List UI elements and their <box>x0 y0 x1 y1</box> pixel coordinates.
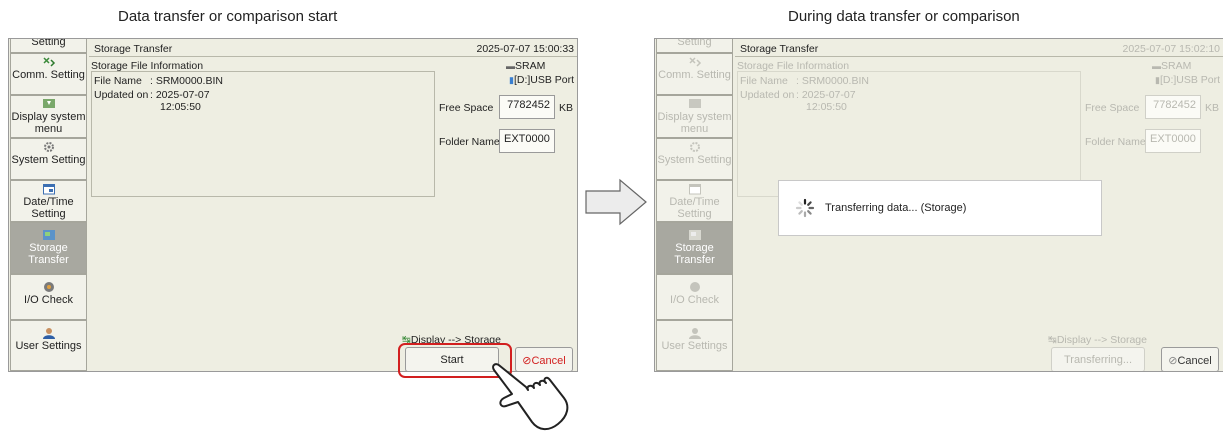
sidebar-item-label: Comm. Setting <box>12 69 85 81</box>
comm-icon <box>688 57 701 67</box>
sidebar-item-date-time-setting[interactable]: Date/Time Setting <box>656 180 733 222</box>
file-info-box: File Name : SRM0000.BIN Updated on : 202… <box>737 71 1081 197</box>
file-name-label: File Name <box>740 75 788 87</box>
cancel-button[interactable]: ⊘Cancel <box>1161 347 1219 371</box>
gear-icon <box>43 142 54 152</box>
right-caption: During data transfer or comparison <box>788 8 1020 25</box>
sidebar-item-label: Date/Time Setting <box>669 196 720 220</box>
updated-label: Updated on <box>94 89 149 101</box>
storage-icon <box>688 230 701 240</box>
left-sidebar: Setting Comm. Setting Display system men… <box>9 39 89 371</box>
sram-icon: ▬ <box>1152 61 1161 71</box>
direction-label: ↹Display --> Storage <box>1048 334 1147 346</box>
free-space-field: 7782452 <box>499 95 555 119</box>
display-icon <box>42 99 55 108</box>
calendar-icon <box>688 184 701 195</box>
io-icon <box>43 282 54 292</box>
sidebar-item-comm-setting[interactable]: Comm. Setting <box>10 53 87 95</box>
left-screen: Setting Comm. Setting Display system men… <box>8 38 578 372</box>
sidebar-item-label: User Settings <box>661 340 728 352</box>
storage-icon <box>42 230 55 240</box>
sidebar-item-storage-transfer[interactable]: Storage Transfer <box>656 222 733 274</box>
sidebar-item-system-setting[interactable]: System Setting <box>10 138 87 180</box>
free-space-unit: KB <box>1205 102 1220 114</box>
arrow-right-icon <box>585 178 647 226</box>
progress-dialog: Transferring data... (Storage) <box>778 180 1102 236</box>
storage-secondary: ▮[D:]USB Port <box>1155 74 1221 86</box>
folder-name-field: EXT0000 <box>1145 129 1201 153</box>
right-sidebar: Setting Comm. Setting Display system men… <box>655 39 735 371</box>
sidebar-item-label: I/O Check <box>24 294 73 306</box>
sidebar-item-label: Storage Transfer <box>674 242 715 266</box>
page-title: Storage Transfer <box>94 43 173 55</box>
updated-time: 12:05:50 <box>160 101 201 113</box>
sidebar-item-label: I/O Check <box>670 294 719 306</box>
gear-icon <box>689 142 700 152</box>
storage-primary: ▬SRAM <box>1152 60 1192 72</box>
sidebar-item-io-check[interactable]: I/O Check <box>10 274 87 320</box>
page-title: Storage Transfer <box>740 43 819 55</box>
progress-message: Transferring data... (Storage) <box>825 202 967 214</box>
updated-time: 12:05:50 <box>806 101 847 113</box>
sidebar-item-label: Setting <box>31 38 66 48</box>
calendar-icon <box>42 184 55 195</box>
user-icon <box>42 328 55 339</box>
folder-name-field[interactable]: EXT0000 <box>499 129 555 153</box>
sidebar-item-label: User Settings <box>15 340 82 352</box>
sidebar-item-label: Setting <box>677 38 712 48</box>
sidebar-item-io-check[interactable]: I/O Check <box>656 274 733 320</box>
sidebar-item-user-settings[interactable]: User Settings <box>10 320 87 371</box>
sidebar-item-label: Date/Time Setting <box>23 196 74 220</box>
sidebar-item-label: Display system menu <box>657 111 732 135</box>
sidebar-item-comm-setting[interactable]: Comm. Setting <box>656 53 733 95</box>
free-space-unit: KB <box>559 102 574 114</box>
sidebar-item-label: System Setting <box>11 154 86 166</box>
sidebar-item-label: System Setting <box>657 154 732 166</box>
sram-icon: ▬ <box>506 61 515 71</box>
storage-panel: Storage File Information ▬SRAM ▮[D:]USB … <box>89 57 577 371</box>
sidebar-item-date-time-setting[interactable]: Date/Time Setting <box>10 180 87 222</box>
sidebar-item-display-system-menu[interactable]: Display system menu <box>656 95 733 138</box>
sidebar-item-label: Comm. Setting <box>658 69 731 81</box>
title-bar: Storage Transfer 2025-07-07 15:00:33 <box>89 41 577 57</box>
storage-primary[interactable]: ▬SRAM <box>506 60 545 72</box>
updated-date: : 2025-07-07 <box>150 89 210 101</box>
file-name-value: : SRM0000.BIN <box>796 75 869 87</box>
transfer-direction-icon: ↹ <box>1048 334 1057 346</box>
sidebar-item-system-setting[interactable]: System Setting <box>656 138 733 180</box>
sidebar-item-label: Storage Transfer <box>28 242 69 266</box>
sidebar-item-storage-transfer[interactable]: Storage Transfer <box>10 222 87 274</box>
sidebar-item-setting[interactable]: Setting <box>656 38 733 53</box>
user-icon <box>688 328 701 339</box>
display-icon <box>688 99 701 108</box>
hand-pointer-icon <box>492 363 569 430</box>
file-name-value: : SRM0000.BIN <box>150 75 223 87</box>
spinner-icon <box>795 198 815 218</box>
folder-name-label: Folder Name <box>439 136 500 148</box>
sidebar-item-display-system-menu[interactable]: Display system menu <box>10 95 87 138</box>
sidebar-item-user-settings[interactable]: User Settings <box>656 320 733 371</box>
file-info-box: File Name : SRM0000.BIN Updated on : 202… <box>91 71 435 197</box>
free-space-field: 7782452 <box>1145 95 1201 119</box>
title-bar: Storage Transfer 2025-07-07 15:02:10 <box>735 41 1223 57</box>
datetime: 2025-07-07 15:02:10 <box>1122 43 1221 55</box>
updated-date: : 2025-07-07 <box>796 89 856 101</box>
comm-icon <box>42 57 55 67</box>
storage-secondary[interactable]: ▮[D:]USB Port <box>509 74 574 86</box>
folder-name-label: Folder Name <box>1085 136 1146 148</box>
left-caption: Data transfer or comparison start <box>118 8 338 25</box>
updated-label: Updated on <box>740 89 795 101</box>
sidebar-item-label: Display system menu <box>11 111 86 135</box>
datetime: 2025-07-07 15:00:33 <box>476 43 575 55</box>
free-space-label: Free Space <box>439 102 494 114</box>
transferring-button: Transferring... <box>1051 347 1145 371</box>
io-icon <box>689 282 700 292</box>
file-name-label: File Name <box>94 75 142 87</box>
sidebar-item-setting[interactable]: Setting <box>10 38 87 53</box>
free-space-label: Free Space <box>1085 102 1140 114</box>
